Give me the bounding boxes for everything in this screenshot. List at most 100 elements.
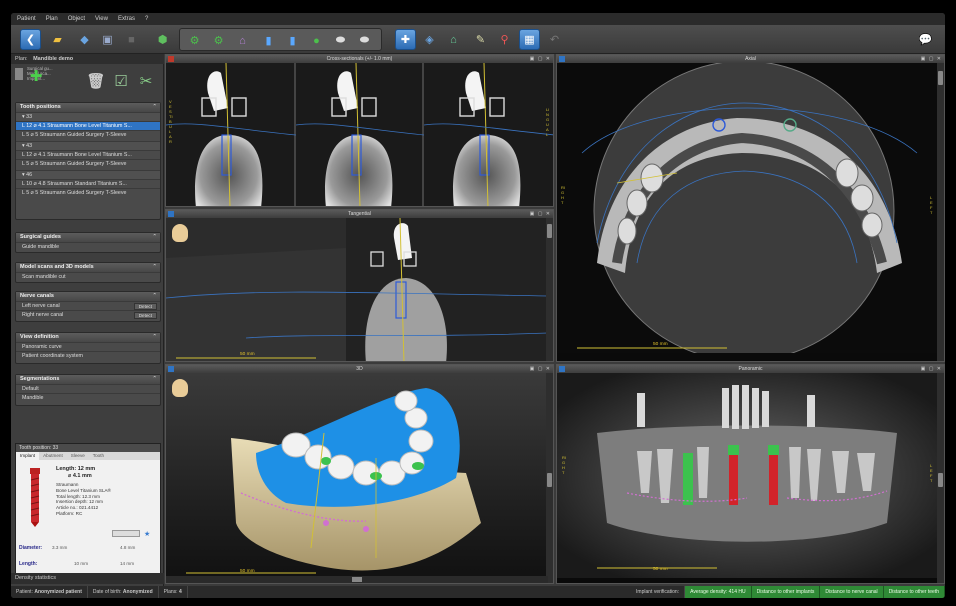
scan-row[interactable]: Scan mandible cut	[16, 272, 160, 281]
implant-row[interactable]: L 12 ⌀ 4.1 Straumann Bone Level Titanium…	[16, 121, 160, 130]
nerve-icon[interactable]: ●	[306, 30, 327, 51]
3d-horizontal-scrollbar[interactable]	[166, 576, 548, 583]
panoramic-scale: 50 mm	[653, 567, 668, 572]
view-title: 3D ▣ ▢ ✕	[166, 365, 553, 373]
lingual-label: LINGUAL	[546, 107, 550, 137]
average-density-badge[interactable]: Average density: 414 HU	[685, 586, 752, 598]
tangential-scrollbar[interactable]	[546, 218, 553, 361]
tooth-position-header: Tooth position: 33	[16, 444, 160, 452]
app-window: Patient Plan Object View Extras ? ❮ ▰ ◆ …	[11, 13, 945, 598]
section-header[interactable]: Nerve canals ⌃	[16, 292, 160, 301]
head-orientation-icon[interactable]	[172, 379, 188, 397]
implant-row[interactable]: L 12 ⌀ 4.1 Straumann Bone Level Titanium…	[16, 150, 160, 159]
distance-teeth-badge[interactable]: Distance to other teeth	[883, 586, 945, 598]
segmentation-row[interactable]: Default	[16, 384, 160, 393]
3d-view[interactable]: 3D ▣ ▢ ✕ 50 mm	[165, 364, 554, 584]
tab-abutment[interactable]: Abutment	[39, 452, 67, 460]
house-icon[interactable]: ⌂	[443, 29, 464, 50]
axial-view[interactable]: Axial ▣ ▢ ✕ 50 mm RIGHT LEFT	[556, 54, 945, 362]
3d-layout-icon[interactable]: ◈	[419, 29, 440, 50]
help-icon[interactable]: 💬	[915, 29, 936, 50]
panoramic-view[interactable]: Panoramic ▣ ▢ ✕ 50 mm RIGHT LEFT	[556, 364, 945, 584]
snapshot-icon[interactable]: ▦	[519, 29, 540, 50]
favorite-icon[interactable]: ★	[144, 530, 150, 538]
main-toolbar: ❮ ▰ ◆ ▣ ■ ⬢ ⚙ ⚙ ⌂ ▮ ▮ ● ⬬ ⬬ ✚ ◈ ⌂ ✎ ⚲ ▦ …	[11, 25, 945, 54]
distance-canal-badge[interactable]: Distance to nerve canal	[820, 586, 884, 598]
cross-sectionals-view[interactable]: Cross-sectionals (+/- 1.0 mm) ▣ ▢ ✕ VEST…	[165, 54, 554, 207]
sleeve-icon[interactable]: ▮	[258, 30, 279, 51]
length-min[interactable]: 10 mm	[74, 561, 88, 566]
pin-icon[interactable]: ⚲	[494, 29, 515, 50]
tab-tooth[interactable]: Tooth	[89, 452, 108, 460]
head-orientation-icon[interactable]	[172, 224, 188, 242]
sleeve-row[interactable]: L 5 ⌀ 5 Straumann Guided Surgery T-Sleev…	[16, 159, 160, 168]
implant-selector[interactable]	[112, 530, 140, 537]
implant-row[interactable]: L 10 ⌀ 4.8 Straumann Standard Titanium S…	[16, 179, 160, 188]
sleeve-row[interactable]: L 5 ⌀ 5 Straumann Guided Surgery T-Sleev…	[16, 188, 160, 197]
section-header[interactable]: Segmentations ⌃	[16, 375, 160, 384]
patient-info: Patient: Anonymized patient	[11, 586, 88, 598]
menu-plan[interactable]: Plan	[46, 16, 58, 22]
tooth-row-33[interactable]: ▾ 33	[16, 112, 160, 121]
section-header[interactable]: Surgical guides ⌃	[16, 233, 160, 242]
tab-implant[interactable]: Implant	[16, 452, 40, 460]
verify-icon[interactable]: ☑	[110, 70, 132, 92]
3d-scrollbar[interactable]	[546, 373, 553, 583]
axial-scrollbar[interactable]	[937, 63, 944, 361]
tangential-view[interactable]: Tangential ▣ ▢ ✕ 50 mm	[165, 209, 554, 362]
add-implant-icon[interactable]: ⚙	[184, 30, 205, 51]
cube-icon[interactable]: ⬢	[152, 29, 173, 50]
scan-icon[interactable]: ⬬	[354, 30, 375, 51]
length-max[interactable]: 14 mm	[120, 561, 134, 566]
view-title: Panoramic ▣ ▢ ✕	[557, 365, 944, 373]
left-label: LEFT	[930, 463, 933, 483]
stop-icon[interactable]: ■	[121, 29, 142, 50]
panoramic-layout-icon[interactable]: ✚	[395, 29, 416, 50]
nerve-canal-row[interactable]: Left nerve canal Detect	[16, 301, 160, 310]
implant-preview-image	[30, 468, 40, 527]
section-header[interactable]: Tooth positions ⌃	[16, 103, 160, 112]
sleeve-row[interactable]: L 5 ⌀ 5 Straumann Guided Surgery T-Sleev…	[16, 130, 160, 139]
view-def-row[interactable]: Panoramic curve	[16, 342, 160, 351]
diameter-min[interactable]: 3.3 mm	[52, 545, 67, 550]
crown-icon[interactable]: ⌂	[232, 30, 253, 51]
cross-section-images	[166, 63, 553, 206]
section-header[interactable]: Model scans and 3D models ⌃	[16, 263, 160, 272]
distance-implants-badge[interactable]: Distance to other implants	[751, 586, 821, 598]
tab-sleeve[interactable]: Sleeve	[67, 452, 89, 460]
guide-row[interactable]: Guide mandible	[16, 242, 160, 251]
menu-extras[interactable]: Extras	[118, 16, 135, 22]
delete-icon[interactable]: 🗑	[85, 70, 107, 92]
undo-icon[interactable]: ↶	[544, 29, 565, 50]
menu-view[interactable]: View	[95, 16, 108, 22]
add-implant-button[interactable]: ✚	[25, 65, 47, 87]
plan-name[interactable]: Mandible demo	[33, 56, 73, 62]
implant-abutment-icon[interactable]: ⚙	[208, 30, 229, 51]
detect-button[interactable]: Detect	[133, 303, 157, 310]
menu-help[interactable]: ?	[145, 16, 148, 22]
menu-object[interactable]: Object	[68, 16, 85, 22]
measure-icon[interactable]: ✎	[470, 29, 491, 50]
diameter-max[interactable]: 4.8 mm	[120, 545, 135, 550]
drill-icon[interactable]: ▮	[282, 30, 303, 51]
menu-patient[interactable]: Patient	[17, 16, 36, 22]
dental-chair-icon[interactable]: ▣	[97, 29, 118, 50]
tangential-image	[166, 218, 548, 361]
detect-button[interactable]: Detect	[133, 312, 157, 319]
length-label: Length:	[19, 561, 38, 567]
segmentation-row[interactable]: Mandible	[16, 393, 160, 402]
tooth-row-46[interactable]: ▾ 46	[16, 170, 160, 179]
panoramic-scrollbar[interactable]	[937, 373, 944, 583]
axial-scale: 50 mm	[653, 342, 668, 347]
view-def-row[interactable]: Patient coordinate system	[16, 351, 160, 360]
section-header[interactable]: View definition ⌃	[16, 333, 160, 342]
export-icon[interactable]: ✂	[135, 70, 157, 92]
density-statistics-bar[interactable]: Density statistics	[11, 573, 164, 584]
nerve-canal-row[interactable]: Right nerve canal Detect	[16, 310, 160, 319]
back-icon[interactable]: ❮	[20, 29, 41, 50]
tooth-row-43[interactable]: ▾ 43	[16, 141, 160, 150]
segment-icon[interactable]: ⬬	[330, 30, 351, 51]
3d-scale: 50 mm	[240, 569, 255, 574]
open-folder-icon[interactable]: ▰	[47, 29, 68, 50]
synchronize-icon[interactable]: ◆	[74, 29, 95, 50]
